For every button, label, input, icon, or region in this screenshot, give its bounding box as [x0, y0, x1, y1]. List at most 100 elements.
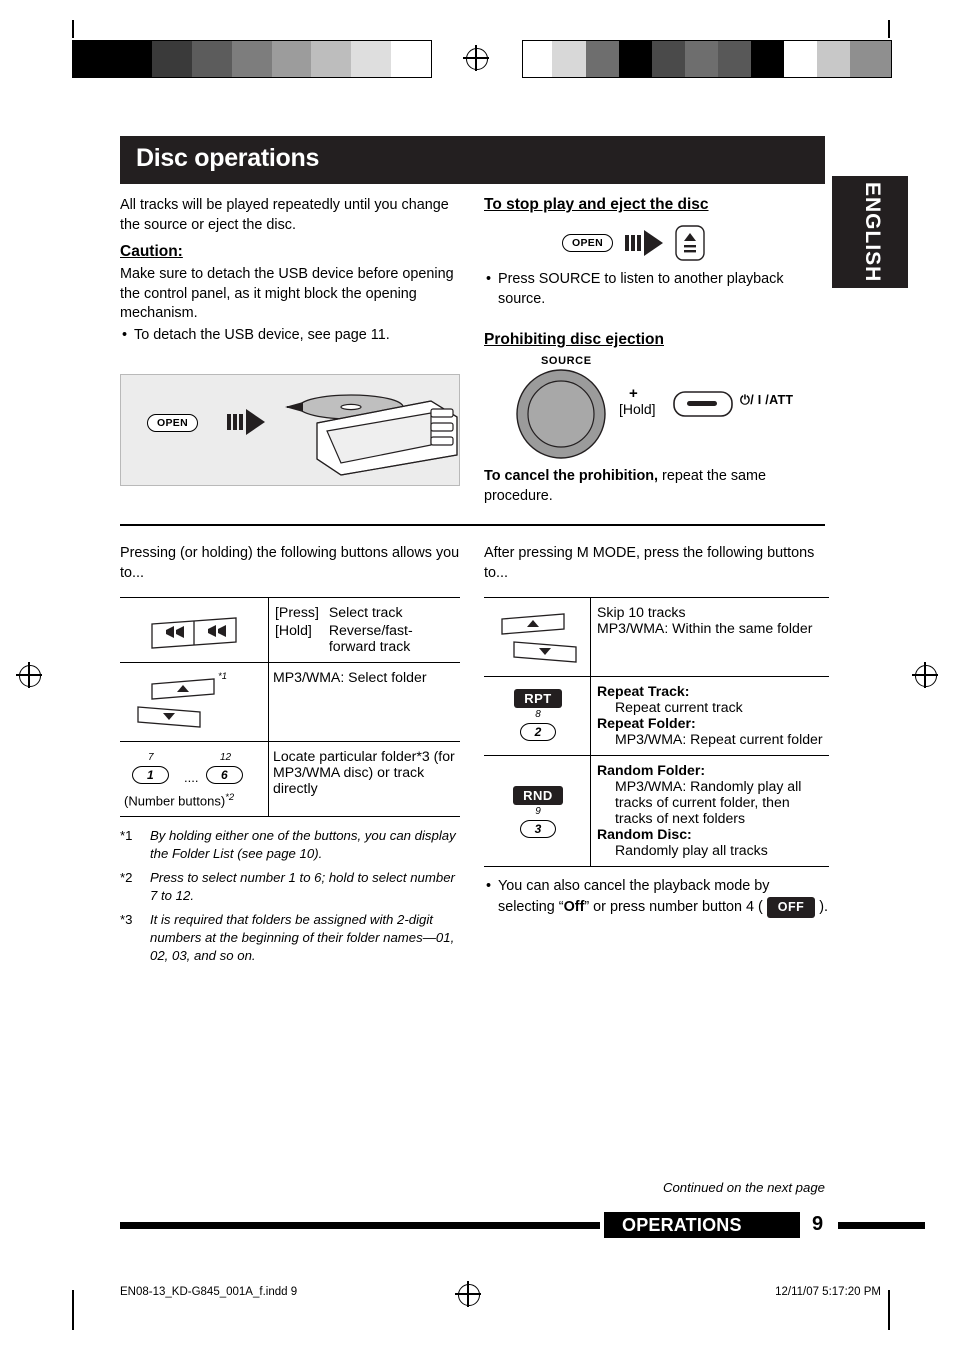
- crop-mark-top-right-v: [888, 20, 890, 38]
- footnote-1-text: By holding either one of the buttons, yo…: [150, 828, 456, 862]
- plus-sign: +: [629, 385, 638, 402]
- registration-crosshair-top: [463, 45, 489, 71]
- random-folder-sub: MP3/WMA: Randomly play all tracks of cur…: [615, 778, 802, 826]
- caution-body: Make sure to detach the USB device befor…: [120, 266, 454, 321]
- illustration-open-button: OPEN: [147, 413, 198, 432]
- number-buttons-caption-text: (Number buttons): [124, 793, 226, 809]
- caution-bullet: To detach the USB device, see page 11.: [120, 326, 460, 346]
- registration-crosshair-left: [16, 662, 42, 688]
- footer-rule-right: [838, 1222, 925, 1229]
- continued-note: Continued on the next page: [662, 1180, 825, 1195]
- open-button-label: OPEN: [147, 414, 198, 432]
- number-button-2: 2: [519, 723, 557, 741]
- registration-crosshair-right: [912, 662, 938, 688]
- disc-eject-illustration: OPEN: [120, 374, 460, 486]
- track-rocker-button-icon: [151, 617, 237, 649]
- skip-line-2: MP3/WMA: Within the same folder: [597, 620, 813, 636]
- table-row: 7 12 1 .... 6 (Number buttons)*2 Locate …: [120, 741, 460, 817]
- caution-heading: Caution:: [120, 243, 183, 260]
- open-button-label-2: OPEN: [562, 234, 613, 252]
- random-disc-sub: Randomly play all tracks: [615, 842, 768, 858]
- repeat-folder-heading: Repeat Folder:: [597, 715, 696, 731]
- footnote-1: *1 By holding either one of the buttons,…: [120, 827, 460, 863]
- table-bottom-rule: [120, 816, 460, 818]
- footer-filename: EN08-13_KD-G845_001A_f.indd 9: [120, 1286, 298, 1298]
- registration-crosshair-bottom: [455, 1281, 481, 1307]
- prohibit-illustration: SOURCE + [Hold] ⏻/ I /ATT: [484, 355, 829, 463]
- hold-key: [Hold]: [275, 622, 312, 638]
- section-divider: [120, 524, 825, 526]
- table-row: RND 9 3 Random Folder: MP3/WMA: Randomly…: [484, 755, 829, 867]
- repeat-track-sub: Repeat current track: [615, 699, 743, 715]
- footnote-1-mark: *1: [120, 828, 133, 844]
- eject-button-icon: [675, 225, 705, 261]
- cancel-playback-off: Off: [563, 898, 585, 915]
- cancel-prohibition-text: To cancel the prohibition, repeat the sa…: [484, 467, 829, 506]
- rpt-icon-cell: RPT 8 2: [484, 677, 591, 756]
- down-button-icon: [513, 641, 577, 663]
- down-button-icon: [137, 706, 201, 728]
- table-row: RPT 8 2 Repeat Track: Repeat current tra…: [484, 676, 829, 756]
- table-bottom-rule: [484, 866, 829, 867]
- skip-icon-cell: [484, 598, 591, 677]
- power-icon: ⏻: [740, 393, 751, 407]
- footnote-2-text: Press to select number 1 to 6; hold to s…: [150, 870, 455, 904]
- number-small-left: 7: [148, 752, 154, 763]
- registration-strip-left: [72, 40, 432, 78]
- prohibit-heading: Prohibiting disc ejection: [484, 331, 664, 348]
- random-disc-heading: Random Disc:: [597, 826, 692, 842]
- rnd-badge-small: 9: [535, 806, 541, 817]
- arrow-icon: [227, 409, 265, 435]
- number-button-3: 3: [519, 820, 557, 838]
- rnd-icon-cell: RND 9 3: [484, 756, 591, 867]
- track-rocker-desc-cell: [Press] Select track [Hold] Reverse/fast…: [268, 597, 460, 663]
- left-button-table-block: Pressing (or holding) the following butt…: [120, 544, 460, 965]
- footnote-3-mark: *3: [120, 912, 133, 928]
- number-buttons-icon-cell: 7 12 1 .... 6 (Number buttons)*2: [120, 742, 269, 817]
- skip-desc-cell: Skip 10 tracks MP3/WMA: Within the same …: [590, 597, 829, 677]
- page-title-bar: Disc operations: [120, 136, 825, 184]
- cancel-prohibition-bold: To cancel the prohibition,: [484, 468, 659, 484]
- up-down-icon-cell: *1: [120, 663, 269, 742]
- number-button-6: 6: [206, 766, 243, 784]
- footnote-marker-1: *1: [218, 671, 227, 682]
- page-number: 9: [812, 1213, 824, 1235]
- hold-label: [Hold]: [619, 401, 656, 417]
- left-button-table: [Press] Select track [Hold] Reverse/fast…: [120, 597, 460, 818]
- crop-mark-top-left-v: [72, 20, 74, 38]
- repeat-track-heading: Repeat Track:: [597, 683, 690, 699]
- language-tab: ENGLISH: [832, 176, 908, 288]
- repeat-folder-sub: MP3/WMA: Repeat current folder: [615, 731, 823, 747]
- arrow-icon: [625, 230, 663, 256]
- random-folder-heading: Random Folder:: [597, 762, 706, 778]
- footnote-3: *3 It is required that folders be assign…: [120, 911, 460, 965]
- att-button-icon: [673, 391, 733, 417]
- footnote-marker-2: *2: [225, 792, 235, 803]
- up-button-icon: [501, 613, 565, 635]
- left-footnotes: *1 By holding either one of the buttons,…: [120, 827, 460, 965]
- ellipsis: ....: [184, 770, 199, 785]
- number-button-1: 1: [132, 766, 169, 784]
- cancel-playback-mid: ” or press number button 4 (: [584, 898, 767, 915]
- footnote-3-text: It is required that folders be assigned …: [150, 912, 455, 964]
- select-folder-desc-cell: MP3/WMA: Select folder: [268, 662, 460, 742]
- footer-section-box: OPERATIONS: [604, 1212, 800, 1238]
- table-row: Skip 10 tracks MP3/WMA: Within the same …: [484, 597, 829, 677]
- crop-mark-left-v: [72, 1290, 74, 1330]
- number-small-right: 12: [220, 752, 232, 763]
- right-button-table: Skip 10 tracks MP3/WMA: Within the same …: [484, 597, 829, 867]
- off-badge: OFF: [766, 896, 816, 918]
- table-row: *1 MP3/WMA: Select folder: [120, 662, 460, 742]
- att-label-text: / I /ATT: [750, 393, 794, 407]
- left-column: All tracks will be played repeatedly unt…: [120, 196, 460, 345]
- right-column: To stop play and eject the disc OPEN • P…: [484, 196, 829, 506]
- cancel-playback-bullet: You can also cancel the playback mode by…: [484, 877, 829, 918]
- att-label: ⏻/ I /ATT: [740, 393, 793, 408]
- page-canvas: Disc operations ENGLISH All tracks will …: [0, 0, 954, 1352]
- footnote-2: *2 Press to select number 1 to 6; hold t…: [120, 869, 460, 905]
- locate-folder-desc-cell: Locate particular folder*3 (for MP3/WMA …: [268, 741, 460, 817]
- track-rocker-icon-cell: [120, 598, 269, 663]
- hold-value: Reverse/fast-forward track: [328, 622, 413, 654]
- cancel-playback-post: ).: [815, 898, 829, 915]
- volume-knob-icon: [516, 369, 606, 459]
